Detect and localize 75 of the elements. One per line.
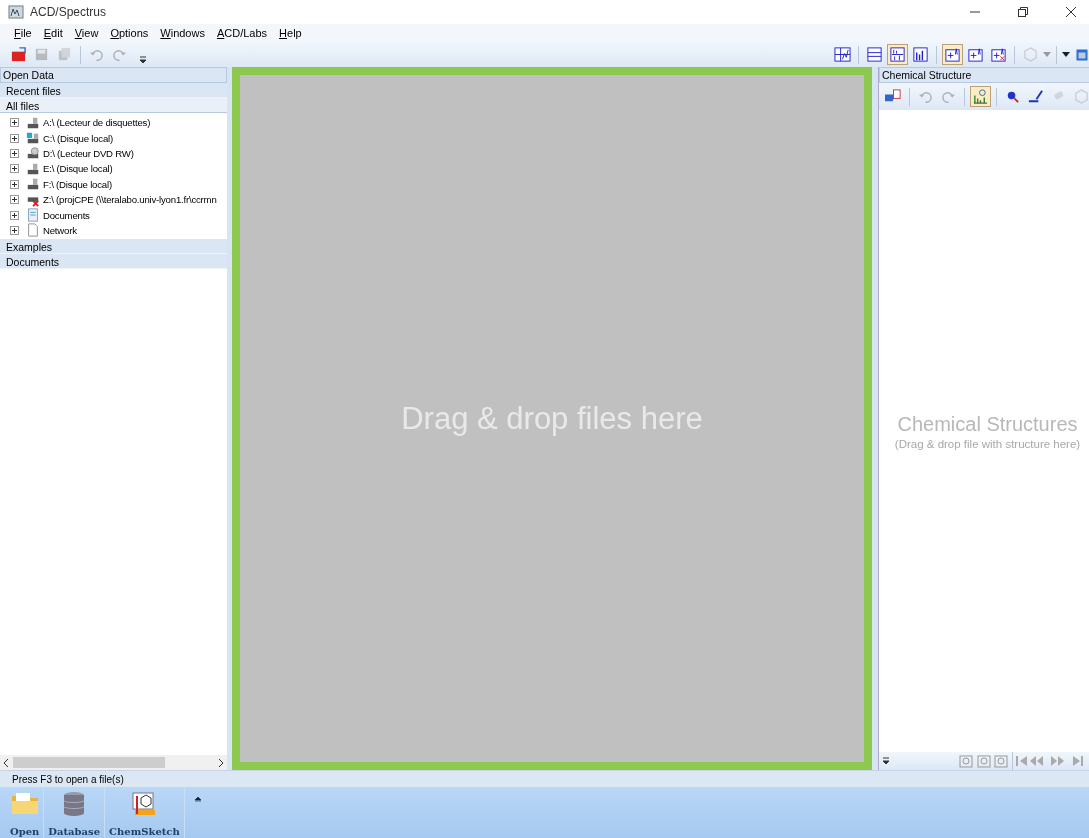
- rows-tool-button[interactable]: [864, 44, 885, 65]
- dvd-icon: [26, 146, 40, 161]
- window-icon[interactable]: [1076, 48, 1088, 61]
- menu-item[interactable]: ACD/Labs: [210, 27, 274, 39]
- spectrum-link-tool-button[interactable]: [970, 86, 991, 107]
- tree-item[interactable]: E:\ (Disque local): [43, 163, 113, 175]
- assign-tool-button[interactable]: [942, 44, 963, 65]
- menu-item[interactable]: Help: [273, 27, 308, 39]
- page-icon: [26, 223, 40, 238]
- spectra-icon: [889, 46, 906, 63]
- close-icon: [1066, 7, 1076, 17]
- section-header[interactable]: Documents: [0, 254, 227, 270]
- expand-icon[interactable]: [10, 225, 19, 235]
- copy-icon: [56, 46, 73, 63]
- expand-icon[interactable]: [10, 164, 19, 174]
- rows-icon: [866, 46, 883, 63]
- drive-icon: [26, 177, 40, 192]
- section-header[interactable]: Examples: [0, 239, 227, 255]
- tree-item[interactable]: C:\ (Disque local): [43, 132, 113, 144]
- collapse-icon[interactable]: [194, 796, 201, 802]
- documents-icon: [26, 208, 40, 223]
- menu-item[interactable]: Edit: [37, 27, 69, 39]
- expand-icon[interactable]: [10, 179, 19, 189]
- tree-item[interactable]: Z:\ (projCPE (\\teralabo.univ-lyon1.fr\ccrmn: [43, 194, 217, 206]
- spectra-tool-button[interactable]: [887, 44, 908, 65]
- overflow-icon[interactable]: [883, 757, 889, 765]
- pen-icon: [1027, 88, 1044, 105]
- assign-add-icon: [967, 46, 984, 63]
- system-drive-icon: [26, 131, 40, 146]
- launcher-button[interactable]: Database: [44, 787, 106, 838]
- section-header[interactable]: All files: [0, 98, 227, 113]
- restore-icon: [1018, 7, 1028, 17]
- tree-item[interactable]: Network: [43, 224, 77, 236]
- launcher-button[interactable]: ChemSketch: [105, 787, 185, 838]
- menu-item[interactable]: Windows: [154, 27, 211, 39]
- overflow-icon[interactable]: [140, 55, 146, 64]
- panel-title: Open Data: [0, 67, 227, 83]
- section-header[interactable]: Recent files: [0, 83, 227, 98]
- panel-title: Chemical Structure: [879, 67, 1089, 83]
- tree-item[interactable]: F:\ (Disque local): [43, 178, 112, 190]
- assign-remove-icon: [990, 46, 1007, 63]
- app-icon: [8, 5, 24, 19]
- spectrum-tool-button[interactable]: [910, 44, 931, 65]
- scroll-right-icon[interactable]: [218, 758, 224, 767]
- zoom-tools-drawing[interactable]: [959, 754, 1009, 768]
- drive-icon: [26, 161, 40, 176]
- placeholder-hint: (Drag & drop file with structure here): [894, 437, 1081, 450]
- layout-tool-button[interactable]: [832, 44, 853, 65]
- placeholder-title: Chemical Structures: [897, 412, 1078, 436]
- status-text: Press F3 to open a file(s): [12, 773, 124, 785]
- spectrum-icon: [912, 46, 929, 63]
- tree-item[interactable]: A:\ (Lecteur de disquettes): [43, 117, 151, 129]
- save-icon: [33, 46, 50, 63]
- window-title: ACD/Spectrus: [30, 5, 108, 19]
- layout-icon: [834, 46, 851, 63]
- expand-icon[interactable]: [10, 195, 19, 205]
- structure-icon: [1022, 46, 1039, 63]
- assign-icon: [944, 46, 961, 63]
- menu-item[interactable]: File: [8, 27, 38, 39]
- ring-icon: [1073, 88, 1089, 105]
- open-icon: [10, 46, 27, 63]
- expand-icon[interactable]: [10, 133, 19, 143]
- tree-item[interactable]: D:\ (Lecteur DVD RW): [43, 147, 134, 159]
- expand-icon[interactable]: [10, 118, 19, 128]
- menu-item[interactable]: Options: [104, 27, 155, 39]
- tree-item[interactable]: Documents: [43, 209, 90, 221]
- expand-icon[interactable]: [10, 148, 19, 158]
- launcher-button[interactable]: Open: [6, 787, 45, 838]
- menu-item[interactable]: View: [68, 27, 105, 39]
- dropdown-icon[interactable]: [1062, 51, 1070, 58]
- scrollbar-thumb[interactable]: [13, 757, 165, 768]
- expand-icon[interactable]: [10, 210, 19, 220]
- drive-icon: [26, 115, 40, 130]
- spectrum-link-icon: [972, 88, 989, 105]
- scroll-left-icon[interactable]: [3, 758, 9, 767]
